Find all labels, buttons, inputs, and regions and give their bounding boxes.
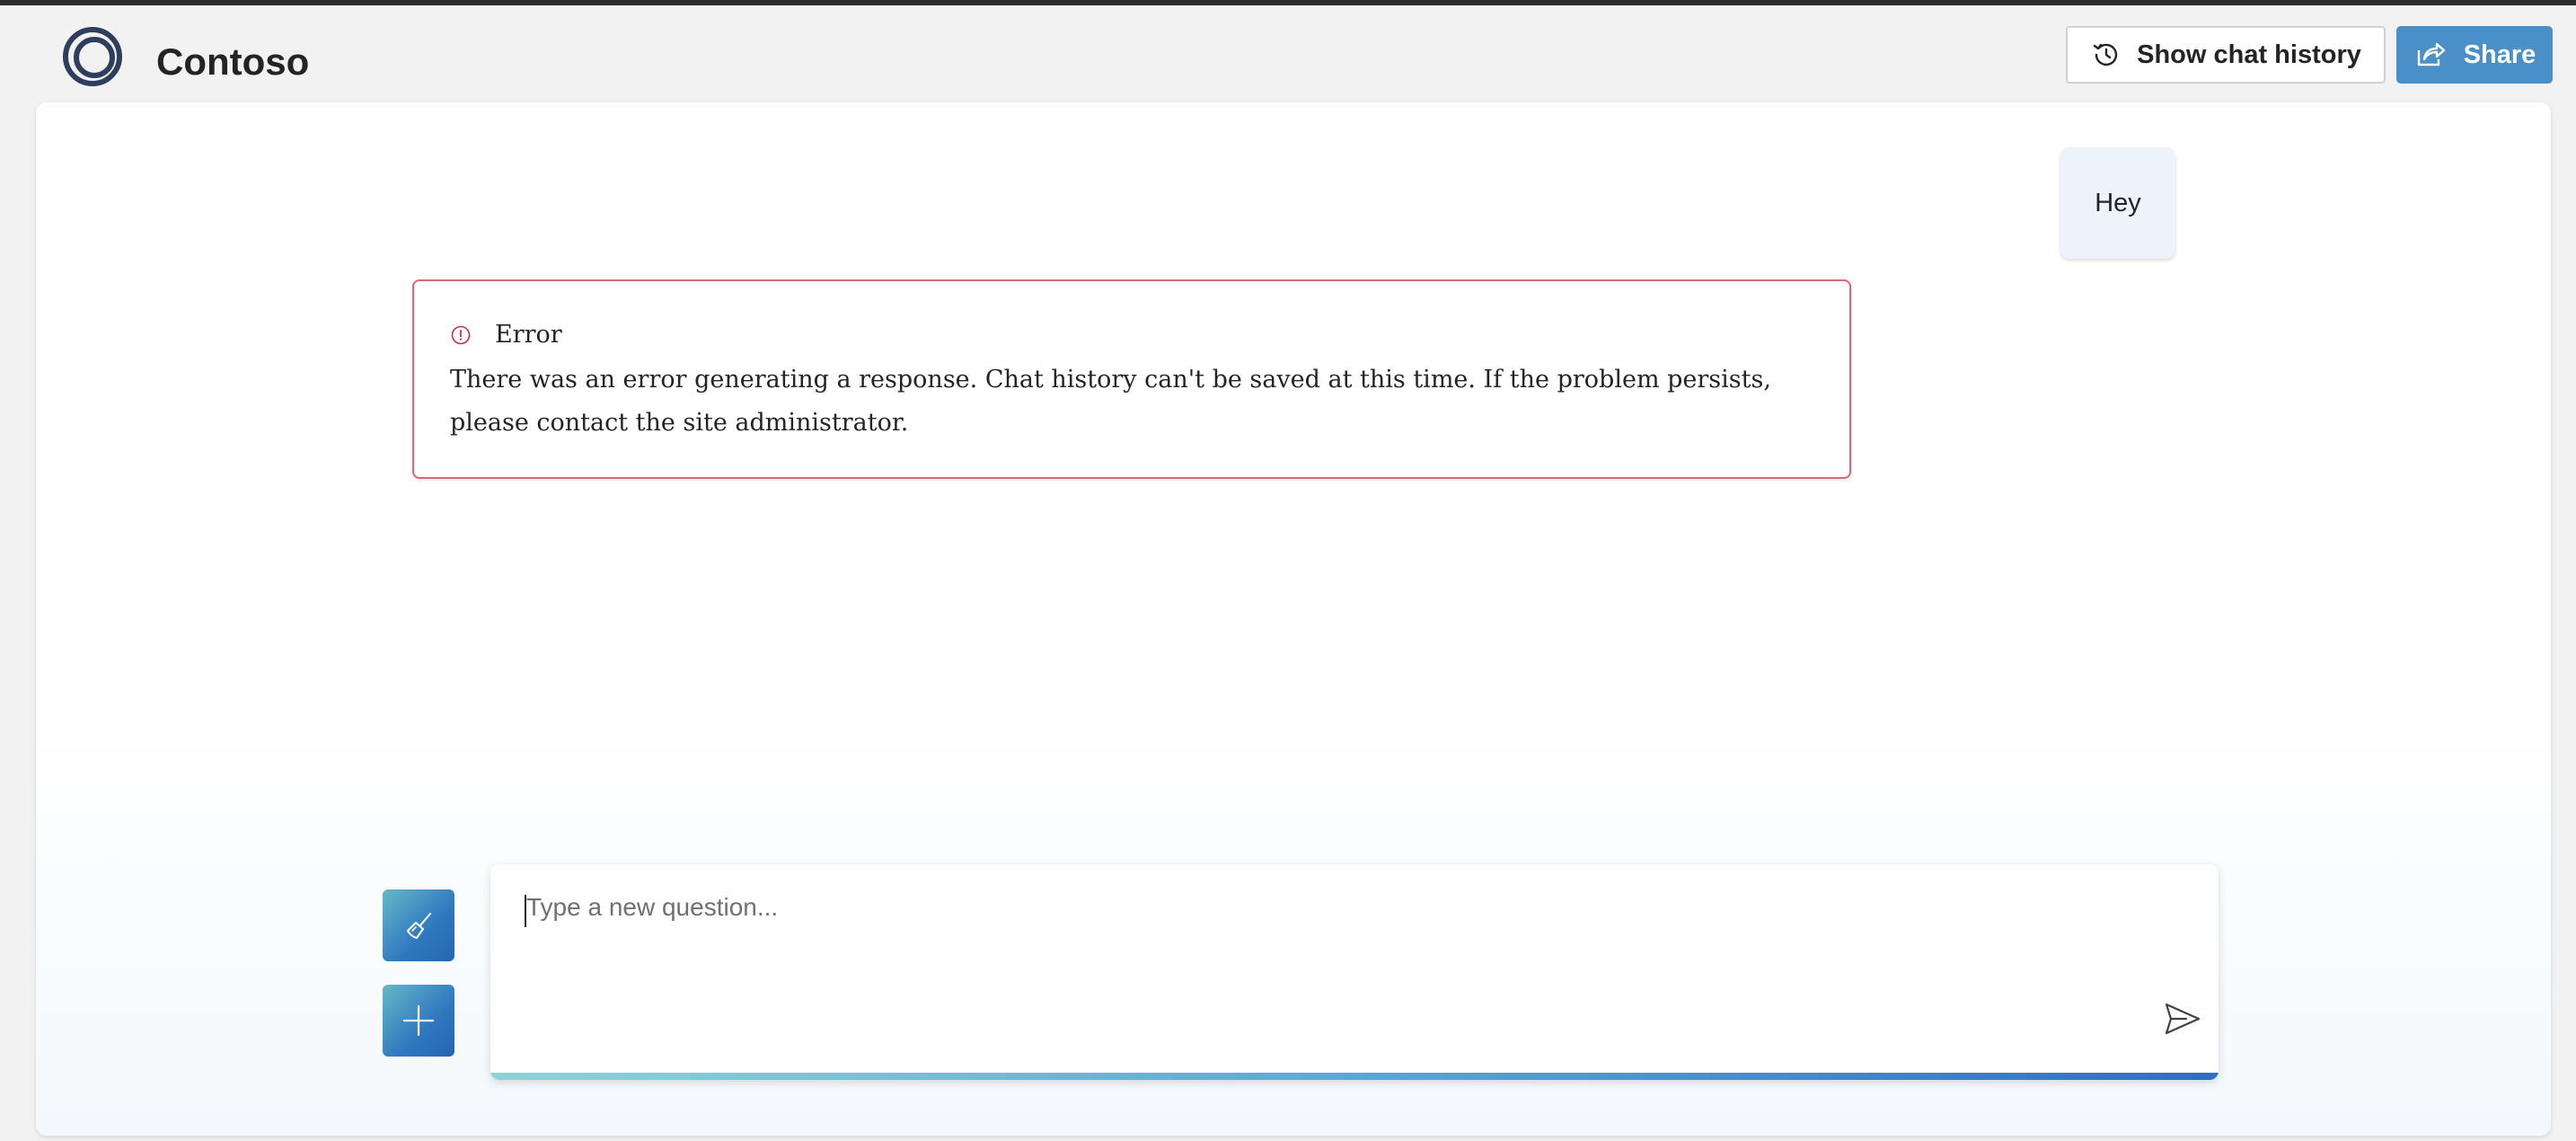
input-accent-bar: [490, 1073, 2219, 1080]
app-header: Contoso Show chat history Share: [0, 5, 2576, 101]
text-cursor: [525, 895, 526, 927]
plus-icon: [402, 1004, 435, 1037]
share-button[interactable]: Share: [2396, 26, 2553, 84]
brand-title: Contoso: [156, 40, 310, 83]
error-header: Error: [450, 321, 562, 349]
error-title: Error: [495, 321, 562, 349]
chat-panel: Hey Error There was an error generating …: [36, 102, 2551, 1136]
question-input[interactable]: [525, 891, 2109, 1021]
show-chat-history-button[interactable]: Show chat history: [2066, 26, 2386, 84]
contoso-logo-icon: [63, 27, 122, 86]
user-message-bubble: Hey: [2060, 147, 2175, 259]
error-message-text: There was an error generating a response…: [450, 366, 1771, 437]
show-chat-history-label: Show chat history: [2137, 40, 2361, 69]
broom-icon: [407, 913, 431, 939]
share-icon: [2417, 42, 2445, 66]
new-chat-button[interactable]: [383, 985, 454, 1057]
question-input-container: [490, 864, 2219, 1080]
error-message-card: Error There was an error generating a re…: [412, 279, 1851, 479]
send-icon[interactable]: [2161, 997, 2204, 1040]
clear-chat-button[interactable]: [383, 889, 454, 961]
history-clock-icon: [2093, 43, 2118, 66]
error-circle-icon: [451, 325, 471, 344]
share-label: Share: [2463, 40, 2536, 69]
user-message-text: Hey: [2095, 188, 2141, 217]
